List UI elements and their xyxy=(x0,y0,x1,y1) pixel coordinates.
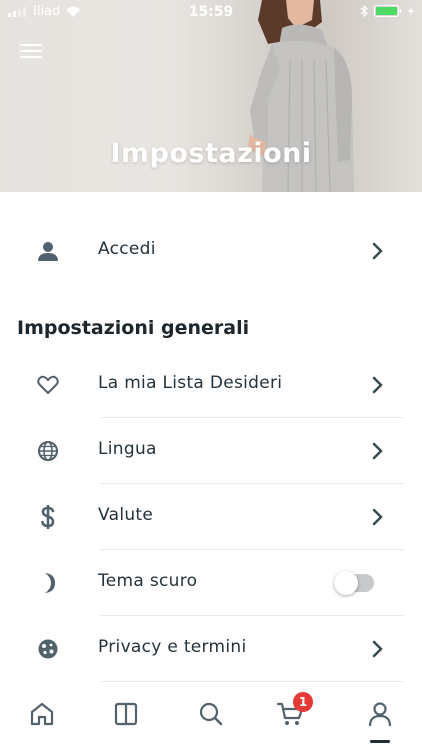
section-title-general: Impostazioni generali xyxy=(17,317,250,339)
tab-home[interactable] xyxy=(18,692,66,736)
login-label: Accedi xyxy=(98,239,156,259)
cookie-icon xyxy=(36,637,60,661)
status-bar-right xyxy=(360,5,414,17)
globe-icon xyxy=(36,439,60,463)
tab-cart[interactable]: 1 xyxy=(267,692,315,736)
chevron-right-icon xyxy=(372,242,383,260)
chevron-right-icon xyxy=(372,376,383,394)
settings-item-currency[interactable]: Valute xyxy=(0,484,422,550)
login-row[interactable]: Accedi xyxy=(0,218,422,284)
settings-item-privacy[interactable]: Privacy e termini xyxy=(0,616,422,682)
toggle-knob xyxy=(334,571,358,595)
chevron-right-icon xyxy=(372,508,383,526)
tab-profile[interactable] xyxy=(356,692,404,736)
tab-search[interactable] xyxy=(187,692,235,736)
charging-icon xyxy=(408,6,414,16)
divider xyxy=(100,681,404,682)
hamburger-icon xyxy=(20,44,42,46)
wishlist-label: La mia Lista Desideri xyxy=(98,373,283,393)
header-banner: Iliad 15:59 Impostazioni xyxy=(0,0,422,192)
currency-label: Valute xyxy=(98,505,154,525)
dark-theme-label: Tema scuro xyxy=(98,571,198,591)
status-time: 15:59 xyxy=(188,4,234,20)
tab-catalog[interactable] xyxy=(102,692,150,736)
settings-item-wishlist[interactable]: La mia Lista Desideri xyxy=(0,352,422,418)
status-bar: Iliad 15:59 xyxy=(0,0,422,24)
search-icon xyxy=(199,702,223,726)
language-label: Lingua xyxy=(98,439,157,459)
dollar-icon xyxy=(36,505,60,529)
page-title: Impostazioni xyxy=(110,138,312,169)
chevron-right-icon xyxy=(372,442,383,460)
heart-icon xyxy=(36,373,60,397)
menu-button[interactable] xyxy=(16,38,50,68)
dark-theme-toggle[interactable] xyxy=(334,571,374,595)
catalog-icon xyxy=(114,702,138,726)
chevron-right-icon xyxy=(372,640,383,658)
tab-bar: 1 xyxy=(0,688,422,750)
battery-icon xyxy=(374,5,402,17)
privacy-label: Privacy e termini xyxy=(98,637,247,657)
hamburger-icon-line xyxy=(20,56,42,58)
bluetooth-icon xyxy=(360,5,368,17)
profile-icon xyxy=(368,702,392,727)
user-icon xyxy=(36,239,60,263)
settings-item-language[interactable]: Lingua xyxy=(0,418,422,484)
home-icon xyxy=(30,702,54,726)
settings-item-dark-theme: Tema scuro xyxy=(0,550,422,616)
cart-badge: 1 xyxy=(293,692,313,712)
active-tab-indicator xyxy=(370,740,390,743)
moon-icon xyxy=(36,571,60,595)
hamburger-icon-line xyxy=(20,50,42,52)
